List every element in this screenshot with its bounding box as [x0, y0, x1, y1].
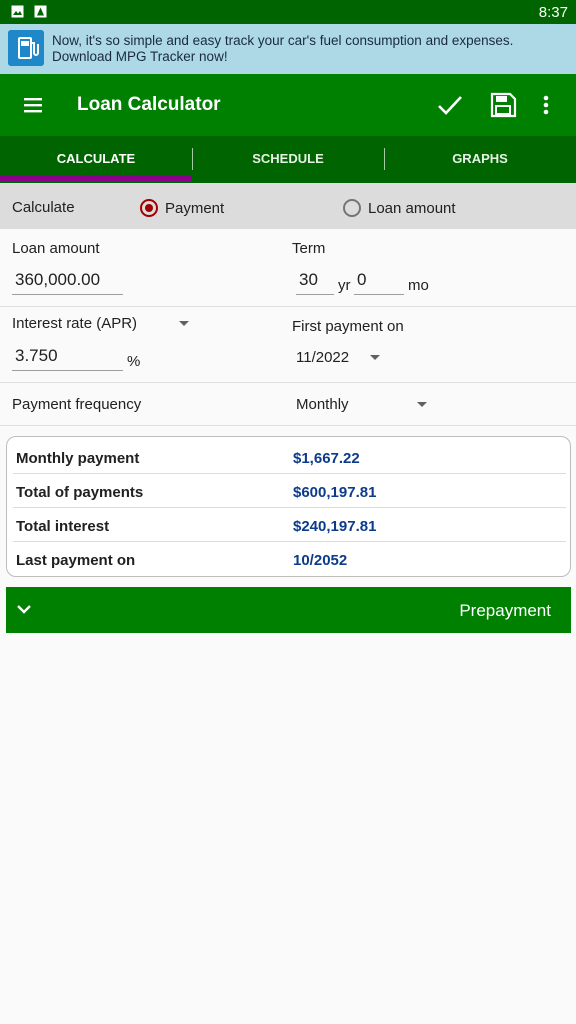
term-years-input[interactable]: 30: [296, 269, 334, 295]
term-years-unit: yr: [338, 277, 351, 294]
image-notification-icon: [11, 5, 24, 18]
interest-rate-label[interactable]: Interest rate (APR): [12, 315, 137, 332]
total-interest-label: Total interest: [16, 518, 110, 535]
prepayment-expander[interactable]: Prepayment: [6, 587, 571, 633]
interest-rate-input[interactable]: 3.750: [12, 345, 123, 371]
results-card: Monthly payment $1,667.22 Total of payme…: [6, 436, 571, 577]
total-payments-label: Total of payments: [16, 484, 144, 501]
term-months-input[interactable]: 0: [354, 269, 404, 295]
result-row: Monthly payment $1,667.22: [7, 439, 570, 473]
app-title: Loan Calculator: [77, 94, 221, 115]
ad-banner[interactable]: Now, it's so simple and easy track your …: [0, 24, 576, 74]
payment-frequency-label: Payment frequency: [12, 396, 142, 413]
divider: [0, 306, 576, 307]
menu-icon[interactable]: [20, 93, 48, 117]
term-label: Term: [292, 240, 326, 257]
first-payment-label: First payment on: [292, 318, 404, 335]
last-payment-label: Last payment on: [16, 552, 136, 569]
payment-radio-label[interactable]: Payment: [165, 200, 224, 217]
ad-text-line1: Now, it's so simple and easy track your …: [52, 33, 514, 48]
tab-schedule[interactable]: SCHEDULE: [192, 136, 384, 183]
interest-rate-dropdown-icon[interactable]: [179, 321, 189, 326]
ad-text: Now, it's so simple and easy track your …: [52, 33, 513, 65]
calculate-mode-row: Calculate Payment Loan amount: [0, 183, 576, 229]
monthly-payment-label: Monthly payment: [16, 450, 140, 467]
overflow-menu-icon[interactable]: [536, 91, 556, 119]
payment-radio[interactable]: [140, 199, 158, 217]
loan-amount-input[interactable]: 360,000.00: [12, 269, 123, 295]
app-notification-icon: [34, 5, 47, 18]
interest-rate-unit: %: [127, 353, 141, 370]
total-interest-value: $240,197.81: [293, 518, 377, 535]
tab-indicator: [0, 176, 192, 182]
last-payment-value: 10/2052: [293, 552, 348, 569]
loan-amount-label: Loan amount: [12, 240, 100, 257]
payment-frequency-select[interactable]: Monthly: [296, 396, 349, 413]
payment-frequency-dropdown-icon[interactable]: [417, 402, 427, 407]
tab-graphs[interactable]: GRAPHS: [384, 136, 576, 183]
divider: [0, 425, 576, 426]
result-row: Last payment on 10/2052: [7, 541, 570, 575]
result-row: Total interest $240,197.81: [7, 507, 570, 541]
first-payment-dropdown-icon[interactable]: [370, 355, 380, 360]
result-row: Total of payments $600,197.81: [7, 473, 570, 507]
total-payments-value: $600,197.81: [293, 484, 377, 501]
status-bar: 8:37: [0, 0, 576, 24]
save-icon[interactable]: [489, 91, 517, 119]
loan-amount-radio[interactable]: [343, 199, 361, 217]
ad-text-line2: Download MPG Tracker now!: [52, 49, 228, 64]
app-bar: Loan Calculator: [0, 74, 576, 136]
calculate-label: Calculate: [12, 199, 75, 216]
fuel-pump-icon: [8, 30, 44, 66]
chevron-down-icon: [17, 605, 31, 614]
prepayment-label: Prepayment: [459, 601, 551, 620]
loan-amount-radio-label[interactable]: Loan amount: [368, 200, 456, 217]
first-payment-select[interactable]: 11/2022: [296, 349, 349, 366]
divider: [0, 382, 576, 383]
monthly-payment-value: $1,667.22: [293, 450, 360, 467]
check-icon[interactable]: [436, 91, 464, 119]
status-time: 8:37: [538, 4, 568, 21]
term-months-unit: mo: [408, 277, 429, 294]
